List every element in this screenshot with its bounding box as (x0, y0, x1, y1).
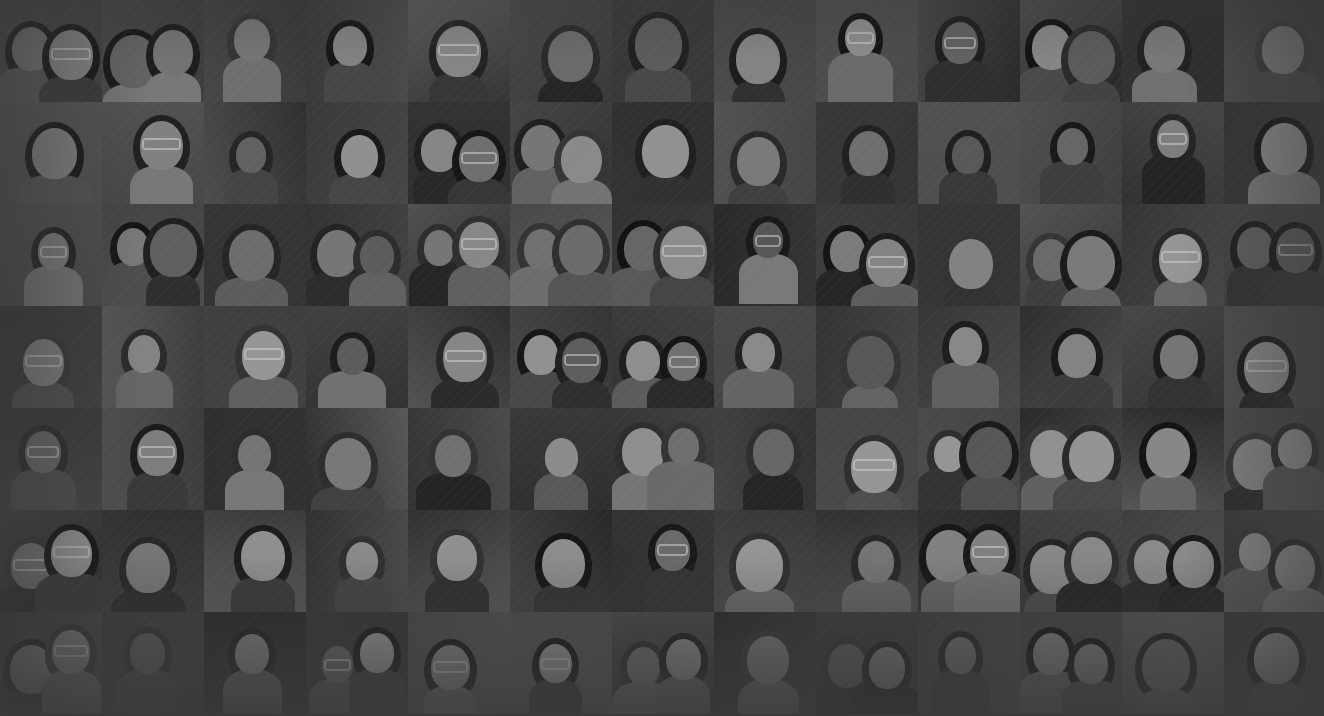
mosaic-photo-tile (1224, 408, 1324, 510)
mosaic-photo-tile (204, 0, 306, 102)
mosaic-photo-tile (306, 408, 408, 510)
mosaic-photo-tile (918, 510, 1020, 612)
mosaic-photo-tile (102, 408, 204, 510)
mosaic-photo-tile (204, 306, 306, 408)
mosaic-photo-tile (0, 510, 102, 612)
mosaic-photo-tile (714, 612, 816, 714)
mosaic-photo-tile (306, 102, 408, 204)
mosaic-photo-tile (0, 0, 102, 102)
mosaic-photo-tile (714, 408, 816, 510)
mosaic-photo-tile (1224, 306, 1324, 408)
mosaic-photo-tile (1020, 306, 1122, 408)
mosaic-photo-tile (306, 510, 408, 612)
mosaic-photo-tile (816, 102, 918, 204)
mosaic-photo-tile (714, 306, 816, 408)
mosaic-photo-tile (816, 408, 918, 510)
mosaic-photo-tile (714, 0, 816, 102)
mosaic-photo-tile (1122, 102, 1224, 204)
mosaic-photo-tile (714, 510, 816, 612)
mosaic-photo-tile (612, 102, 714, 204)
mosaic-photo-tile (612, 612, 714, 714)
mosaic-photo-tile (1020, 612, 1122, 714)
mosaic-photo-tile (204, 204, 306, 306)
mosaic-photo-tile (0, 204, 102, 306)
mosaic-photo-tile (408, 510, 510, 612)
mosaic-photo-tile (0, 612, 102, 714)
mosaic-photo-tile (306, 306, 408, 408)
mosaic-photo-tile (918, 0, 1020, 102)
mosaic-photo-tile (0, 102, 102, 204)
mosaic-photo-tile (1224, 204, 1324, 306)
mosaic-photo-tile (816, 510, 918, 612)
mosaic-photo-tile (102, 0, 204, 102)
mosaic-photo-tile (510, 306, 612, 408)
mosaic-photo-tile (102, 204, 204, 306)
mosaic-photo-tile (510, 204, 612, 306)
mosaic-photo-tile (714, 102, 816, 204)
mosaic-photo-tile (204, 612, 306, 714)
mosaic-photo-tile (408, 306, 510, 408)
mosaic-photo-tile (1020, 510, 1122, 612)
mosaic-photo-tile (612, 306, 714, 408)
mosaic-photo-tile (1122, 612, 1224, 714)
mosaic-photo-tile (0, 408, 102, 510)
mosaic-photo-tile (408, 612, 510, 714)
mosaic-photo-tile (714, 204, 816, 306)
mosaic-photo-tile (1122, 306, 1224, 408)
mosaic-photo-tile (918, 204, 1020, 306)
mosaic-photo-tile (0, 306, 102, 408)
mosaic-photo-tile (1122, 204, 1224, 306)
mosaic-photo-tile (510, 510, 612, 612)
mosaic-photo-tile (1020, 102, 1122, 204)
mosaic-photo-tile (408, 204, 510, 306)
mosaic-photo-tile (918, 408, 1020, 510)
mosaic-photo-tile (1122, 0, 1224, 102)
mosaic-photo-tile (1020, 204, 1122, 306)
mosaic-photo-tile (102, 102, 204, 204)
mosaic-photo-tile (204, 510, 306, 612)
mosaic-photo-tile (816, 612, 918, 714)
mosaic-photo-tile (204, 408, 306, 510)
photo-mosaic (0, 0, 1324, 716)
mosaic-photo-tile (102, 510, 204, 612)
mosaic-photo-tile (1224, 510, 1324, 612)
mosaic-photo-tile (306, 612, 408, 714)
page-background (0, 0, 1324, 716)
mosaic-photo-tile (1224, 0, 1324, 102)
mosaic-photo-tile (1020, 0, 1122, 102)
mosaic-photo-tile (204, 102, 306, 204)
mosaic-photo-tile (510, 408, 612, 510)
mosaic-photo-tile (612, 510, 714, 612)
mosaic-photo-tile (408, 102, 510, 204)
mosaic-photo-tile (510, 612, 612, 714)
mosaic-photo-tile (612, 0, 714, 102)
mosaic-photo-tile (816, 306, 918, 408)
mosaic-photo-tile (918, 102, 1020, 204)
mosaic-photo-tile (1224, 612, 1324, 714)
mosaic-photo-tile (918, 306, 1020, 408)
mosaic-photo-tile (1122, 510, 1224, 612)
mosaic-photo-tile (306, 0, 408, 102)
mosaic-photo-tile (1122, 408, 1224, 510)
mosaic-photo-tile (306, 204, 408, 306)
mosaic-photo-tile (612, 204, 714, 306)
mosaic-photo-tile (102, 612, 204, 714)
mosaic-photo-tile (408, 408, 510, 510)
mosaic-photo-tile (510, 0, 612, 102)
mosaic-photo-tile (918, 612, 1020, 714)
mosaic-photo-tile (510, 102, 612, 204)
mosaic-photo-tile (1020, 408, 1122, 510)
mosaic-photo-tile (612, 408, 714, 510)
mosaic-photo-tile (408, 0, 510, 102)
mosaic-photo-tile (816, 204, 918, 306)
mosaic-photo-tile (102, 306, 204, 408)
mosaic-photo-tile (1224, 102, 1324, 204)
mosaic-photo-tile (816, 0, 918, 102)
